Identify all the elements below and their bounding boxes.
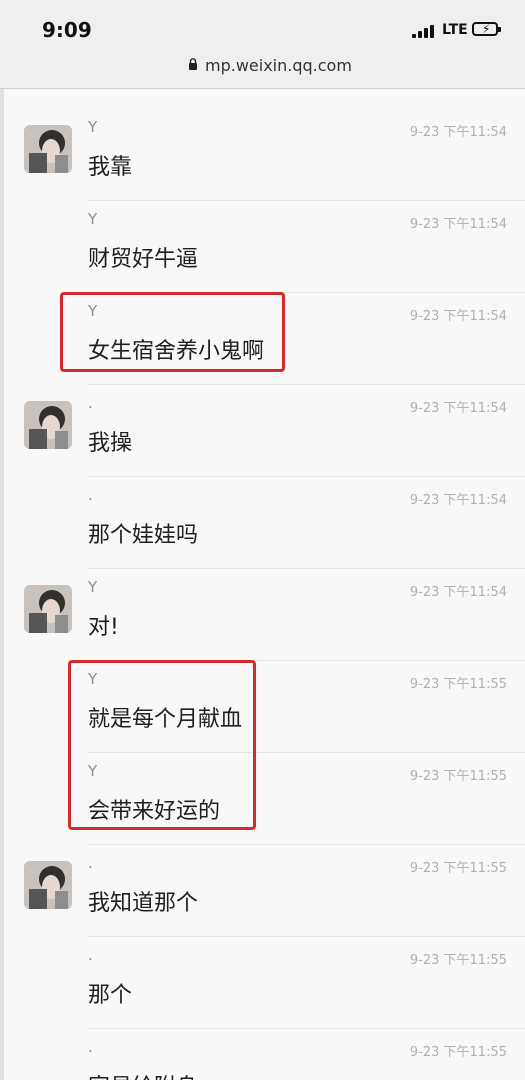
network-label: LTE [442,22,468,38]
url-bar[interactable]: mp.weixin.qq.com [0,50,525,89]
message-row: . 9-23 下午11:55 那个 [0,937,525,1029]
message-time: 9-23 下午11:54 [409,309,507,324]
message-row: Y 9-23 下午11:54 对! [0,569,525,661]
url-text: mp.weixin.qq.com [205,56,352,75]
message-text: 我知道那个 [88,891,199,916]
sender-name: . [88,394,93,412]
signal-bars-icon [412,24,436,38]
sender-name: . [88,946,93,964]
message-row: . 9-23 下午11:55 我知道那个 [0,845,525,937]
message-row: Y 9-23 下午11:54 我靠 [0,109,525,201]
message-row: . 9-23 下午11:54 那个娃娃吗 [0,477,525,569]
sender-name: Y [88,118,98,136]
status-bar: 9:09 LTE ⚡ [0,0,525,50]
avatar[interactable] [24,585,72,633]
highlight-box [68,660,256,830]
message-time: 9-23 下午11:54 [409,125,507,140]
message-text: 财贸好牛逼 [88,247,199,272]
message-time: 9-23 下午11:55 [409,769,507,784]
sender-name: . [88,486,93,504]
sender-name: Y [88,210,98,228]
avatar[interactable] [24,401,72,449]
message-time: 9-23 下午11:54 [409,493,507,508]
message-time: 9-23 下午11:55 [409,677,507,692]
status-time: 9:09 [42,18,92,42]
message-time: 9-23 下午11:54 [409,401,507,416]
message-text: 那个 [88,983,133,1008]
message-text: 容易给附身 [88,1069,198,1080]
message-time: 9-23 下午11:55 [409,861,507,876]
avatar[interactable] [24,125,72,173]
message-text: 那个娃娃吗 [88,523,199,548]
message-time: 9-23 下午11:54 [409,585,507,600]
sender-name: . [88,1038,93,1056]
message-row: . 9-23 下午11:55 容易给附身 [0,1029,525,1080]
message-time: 9-23 下午11:55 [409,953,507,968]
avatar[interactable] [24,861,72,909]
message-row: . 9-23 下午11:54 我操 [0,385,525,477]
sender-name: Y [88,578,98,596]
message-text: 我操 [88,431,133,456]
message-text: 我靠 [88,155,133,180]
message-row: Y 9-23 下午11:54 财贸好牛逼 [0,201,525,293]
battery-charging-icon: ⚡ [472,22,501,36]
highlight-box [60,292,285,372]
sender-name: . [88,854,93,872]
message-text: 对! [88,615,119,640]
message-time: 9-23 下午11:54 [409,217,507,232]
chat-history[interactable]: Y 9-23 下午11:54 我靠 Y 9-23 下午11:54 财贸好牛逼 Y… [0,89,525,1080]
lock-icon [189,58,197,70]
message-time: 9-23 下午11:55 [409,1045,507,1060]
